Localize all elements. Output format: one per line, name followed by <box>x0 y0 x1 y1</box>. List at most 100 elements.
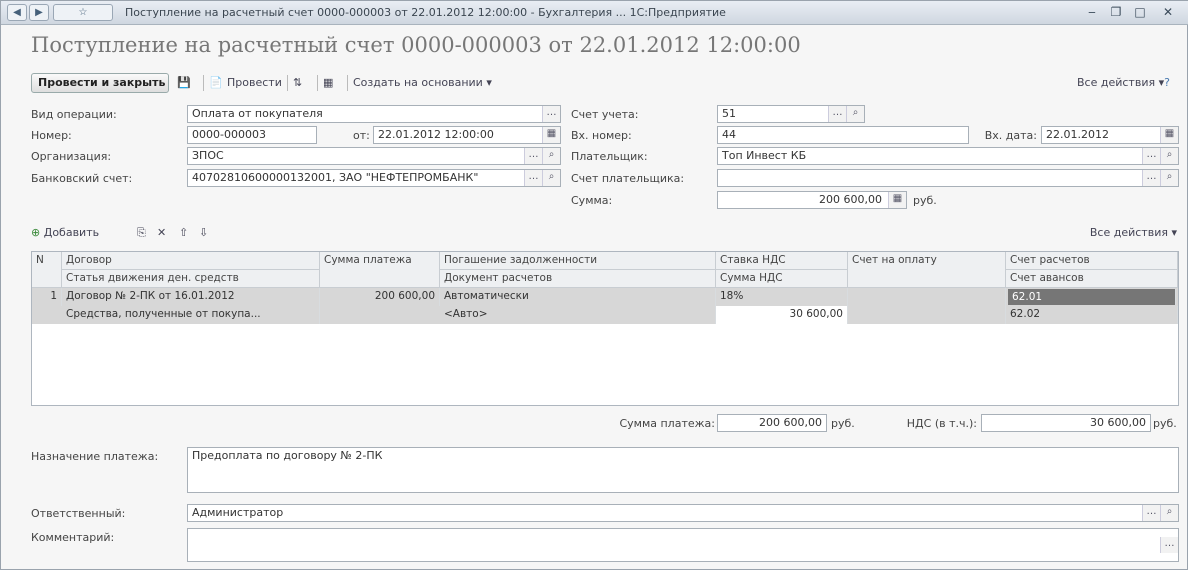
help-icon[interactable]: ? <box>1157 73 1177 93</box>
payment-currency-label: руб. <box>831 417 855 430</box>
add-row-button[interactable]: ⊕ Добавить <box>31 223 131 243</box>
table-header-article[interactable]: Статья движения ден. средств <box>62 270 320 288</box>
payer-account-label: Счет плательщика: <box>571 172 685 185</box>
row-contract[interactable]: Договор № 2-ПК от 16.01.2012 <box>62 288 320 306</box>
date-field[interactable]: 22.01.2012 12:00:00 <box>373 126 561 144</box>
forward-arrow-icon[interactable]: ▶ <box>29 4 49 21</box>
close-icon[interactable]: ✕ <box>1157 4 1179 21</box>
row-repayment[interactable]: Автоматически <box>440 288 716 306</box>
purpose-label: Назначение платежа: <box>31 450 159 463</box>
number-field[interactable]: 0000-000003 <box>187 126 317 144</box>
create-based-on-button[interactable]: Создать на основании ▾ <box>353 73 493 93</box>
payment-total-label: Сумма платежа: <box>619 417 715 430</box>
post-icon[interactable]: 📄 <box>209 73 225 93</box>
select-ellipsis-icon[interactable]: … <box>1142 148 1160 164</box>
move-down-icon[interactable]: ⇩ <box>199 223 217 243</box>
purpose-field[interactable]: Предоплата по договору № 2-ПК <box>187 447 1179 493</box>
row-settle-account[interactable]: 62.01 <box>1008 289 1176 305</box>
table-header-settle-doc[interactable]: Документ расчетов <box>440 270 716 288</box>
search-icon[interactable]: ⌕ <box>846 106 864 122</box>
search-icon[interactable]: ⌕ <box>542 148 560 164</box>
row-settle-doc[interactable]: <Авто> <box>440 306 716 324</box>
table-header-vat-sum[interactable]: Сумма НДС <box>716 270 848 288</box>
search-icon[interactable]: ⌕ <box>1160 505 1178 521</box>
back-arrow-icon[interactable]: ◀ <box>7 4 27 21</box>
row-invoice[interactable] <box>848 288 1006 324</box>
incoming-date-field[interactable]: 22.01.2012 <box>1041 126 1179 144</box>
organization-field[interactable]: ЗПОС <box>187 147 561 165</box>
grid-all-actions-label: Все действия <box>1089 226 1168 239</box>
row-number: 1 <box>32 288 62 306</box>
post-and-close-button[interactable]: Провести и закрыть <box>31 73 169 93</box>
grid-all-actions-button[interactable]: Все действия ▾ <box>1077 223 1177 243</box>
payment-total-field: 200 600,00 <box>717 414 827 432</box>
select-ellipsis-icon[interactable]: … <box>1160 537 1178 553</box>
toolbar-separator <box>317 75 318 91</box>
select-ellipsis-icon[interactable]: … <box>1142 505 1160 521</box>
calculator-icon[interactable]: ▦ <box>888 192 906 208</box>
sum-field[interactable]: 200 600,00 <box>717 191 907 209</box>
incoming-number-field[interactable]: 44 <box>717 126 969 144</box>
incoming-date-label: Вх. дата: <box>984 129 1037 142</box>
favorite-star-icon[interactable]: ☆ <box>53 4 113 21</box>
table-header-settle-account[interactable]: Счет расчетов <box>1006 252 1178 270</box>
all-actions-button[interactable]: Все действия ▾ <box>1077 73 1164 93</box>
calendar-icon[interactable]: ▦ <box>1160 127 1178 143</box>
table-header-sum[interactable]: Сумма платежа <box>320 252 440 288</box>
select-ellipsis-icon[interactable]: … <box>828 106 846 122</box>
maximize-icon[interactable]: □ <box>1129 4 1151 21</box>
add-row-label: Добавить <box>43 226 100 239</box>
row-advance-account[interactable]: 62.02 <box>1006 306 1178 324</box>
sum-currency-label: руб. <box>913 194 937 207</box>
move-up-icon[interactable]: ⇧ <box>179 223 197 243</box>
table-header-vat-rate[interactable]: Ставка НДС <box>716 252 848 270</box>
payer-field[interactable]: Топ Инвест КБ <box>717 147 1179 165</box>
page-title: Поступление на расчетный счет 0000-00000… <box>31 33 801 57</box>
responsible-field[interactable]: Администратор <box>187 504 1179 522</box>
table-header-n[interactable]: N <box>32 252 62 288</box>
bank-account-label: Банковский счет: <box>31 172 133 185</box>
post-button[interactable]: Провести <box>227 73 283 93</box>
row-vat-sum[interactable]: 30 600,00 <box>716 306 848 324</box>
toolbar-separator <box>347 75 348 91</box>
organization-label: Организация: <box>31 150 112 163</box>
select-ellipsis-icon[interactable]: … <box>524 148 542 164</box>
report-icon[interactable]: ▦ <box>323 73 341 93</box>
account-label: Счет учета: <box>571 108 639 121</box>
row-article[interactable]: Средства, полученные от покупа... <box>62 306 320 324</box>
save-icon[interactable]: 💾 <box>177 73 195 93</box>
delete-row-icon[interactable]: ✕ <box>157 223 175 243</box>
table-header-advance-account[interactable]: Счет авансов <box>1006 270 1178 288</box>
toolbar-separator <box>287 75 288 91</box>
responsible-label: Ответственный: <box>31 507 126 520</box>
number-label: Номер: <box>31 129 72 142</box>
table-header-repayment[interactable]: Погашение задолженности <box>440 252 716 270</box>
title-bar: ◀ ▶ ☆ Поступление на расчетный счет 0000… <box>1 1 1188 25</box>
restore-icon[interactable]: ❐ <box>1105 4 1127 21</box>
minimize-icon[interactable]: ‒ <box>1081 4 1103 21</box>
transactions-icon[interactable]: ⇅ <box>293 73 311 93</box>
select-ellipsis-icon[interactable]: … <box>524 170 542 186</box>
date-prefix-label: от: <box>353 129 370 142</box>
bank-account-field[interactable]: 40702810600000132001, ЗАО "НЕФТЕПРОМБАНК… <box>187 169 561 187</box>
search-icon[interactable]: ⌕ <box>1160 148 1178 164</box>
create-based-on-label: Создать на основании <box>353 76 483 89</box>
select-ellipsis-icon[interactable]: … <box>1142 170 1160 186</box>
incoming-number-label: Вх. номер: <box>571 129 632 142</box>
payer-account-field[interactable] <box>717 169 1179 187</box>
row-vat-rate[interactable]: 18% <box>716 288 848 306</box>
operation-type-field[interactable]: Оплата от покупателя <box>187 105 561 123</box>
copy-row-icon[interactable]: ⎘ <box>137 223 155 243</box>
table-header-invoice[interactable]: Счет на оплату <box>848 252 1006 288</box>
select-ellipsis-icon[interactable]: … <box>542 106 560 122</box>
table-header-contract[interactable]: Договор <box>62 252 320 270</box>
vat-total-label: НДС (в т.ч.): <box>906 417 977 430</box>
row-sum[interactable]: 200 600,00 <box>320 288 440 306</box>
comment-field[interactable] <box>187 528 1179 562</box>
search-icon[interactable]: ⌕ <box>542 170 560 186</box>
toolbar-separator <box>203 75 204 91</box>
vat-currency-label: руб. <box>1153 417 1177 430</box>
vat-total-field: 30 600,00 <box>981 414 1151 432</box>
search-icon[interactable]: ⌕ <box>1160 170 1178 186</box>
calendar-icon[interactable]: ▦ <box>542 127 560 143</box>
